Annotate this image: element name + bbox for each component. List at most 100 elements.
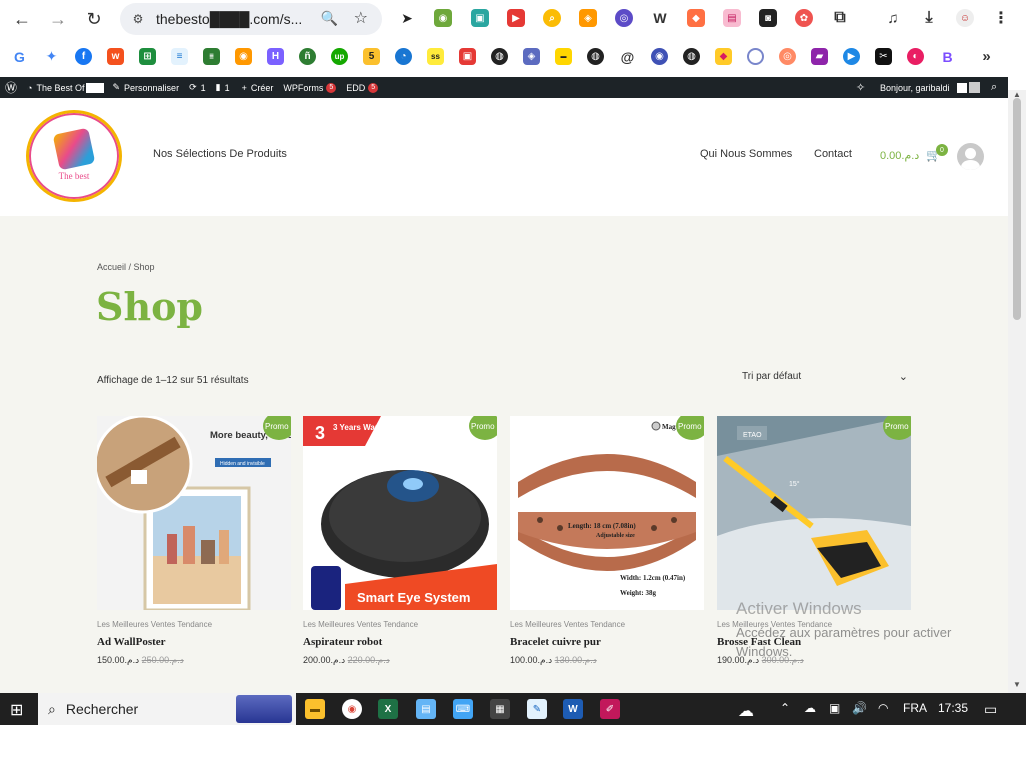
diamond-extension-icon[interactable]: ◆ [687,9,705,27]
wikipedia-extension-icon[interactable]: W [651,9,669,27]
product-image[interactable]: Mag Length: 18 cm (7.08in) Adjustable si… [510,416,704,610]
upwork-icon[interactable]: up [331,48,348,65]
sort-select[interactable]: Tri par défaut ⌄ [742,371,910,383]
chevron-up-icon[interactable]: ⌃ [780,701,790,715]
glasses-extension-icon[interactable]: ◉ [434,9,452,27]
puzzle-extension-icon[interactable]: ⧉ [831,9,849,27]
wpforms-link[interactable]: WPForms [283,83,323,93]
download-icon[interactable]: ⤓ [920,9,938,27]
create-link[interactable]: Créer [251,83,274,93]
circle-extension-icon[interactable]: ◎ [615,9,633,27]
globe-icon[interactable]: ◍ [587,48,604,65]
video-extension-icon[interactable]: ▶ [507,9,525,27]
display-icon[interactable]: ▣ [829,701,840,715]
bookmark-icon[interactable]: ◉ [235,48,252,65]
excel-icon[interactable]: X [378,699,398,719]
site-logo[interactable]: The best [26,110,122,202]
image-extension-icon[interactable]: ▤ [723,9,741,27]
user-avatar[interactable] [957,143,984,170]
product-image[interactable]: More beauty, concealment Hidden and invi… [97,416,291,610]
cursor-extension-icon[interactable]: ➤ [398,9,416,27]
chrome-icon[interactable]: ◉ [342,699,362,719]
comments-count[interactable]: 1 [225,83,230,93]
wish-icon[interactable]: w [107,48,124,65]
cart-total[interactable]: د.م.0.00 [880,149,919,162]
breadcrumb[interactable]: Accueil / Shop [97,262,155,272]
file-explorer-icon[interactable]: ▬ [305,699,325,719]
screen-extension-icon[interactable]: ▣ [471,9,489,27]
keyboard-icon[interactable]: ⌨ [453,699,473,719]
bookmark-icon[interactable]: 5 [363,48,380,65]
volume-icon[interactable]: 🔊 [852,701,867,715]
notifications-icon[interactable]: ▭ [984,701,997,718]
zoom-icon[interactable]: 🔍 [321,10,338,27]
product-card[interactable]: More beauty, concealment Hidden and invi… [97,416,291,666]
reload-button[interactable]: ↻ [78,3,110,35]
bookmark-icon[interactable]: ◐ [907,48,924,65]
product-name[interactable]: Ad WallPoster [97,636,291,648]
box-extension-icon[interactable]: ◈ [579,9,597,27]
back-button[interactable]: ← [6,3,38,35]
product-card[interactable]: Mag Length: 18 cm (7.08in) Adjustable si… [510,416,704,666]
calculator-icon[interactable]: ▦ [490,699,510,719]
product-image[interactable]: ETAO 15° Promo ! [717,416,911,610]
globe-icon[interactable]: ◍ [491,48,508,65]
nav-product-selections[interactable]: Nos Sélections De Produits [153,148,287,160]
sparkle-icon[interactable]: ✧ [856,81,865,94]
scrollbar-thumb[interactable] [1013,98,1021,320]
updates-count[interactable]: 1 [201,83,206,93]
product-category[interactable]: Les Meilleures Ventes Tendance [510,620,704,629]
scroll-down-icon[interactable]: ▼ [1013,680,1021,689]
bookmark-icon[interactable]: B [939,48,956,65]
bookmark-icon[interactable]: ▶ [843,48,860,65]
bookmark-icon[interactable]: ▰ [811,48,828,65]
paint-icon[interactable]: ✎ [527,699,547,719]
onedrive-icon[interactable]: ☁ [804,701,816,715]
admin-avatar[interactable] [969,82,980,93]
page-scrollbar[interactable]: ▲ ▼ [1008,90,1026,693]
openai-extension-icon[interactable]: ✿ [795,9,813,27]
media-control-icon[interactable]: ♫ [884,9,902,27]
nav-about-us[interactable]: Qui Nous Sommes [700,148,792,160]
product-name[interactable]: Aspirateur robot [303,636,497,648]
notepad-icon[interactable]: ▤ [416,699,436,719]
forward-button[interactable]: → [42,3,74,35]
bookmark-icon[interactable]: ñ [299,48,316,65]
address-bar[interactable]: ⚙ thebesto████.com/s... 🔍 ☆ [120,3,382,35]
word-icon[interactable]: W [563,699,583,719]
windows-start-icon[interactable]: ⊞ [10,700,23,720]
at-icon[interactable]: @ [619,48,636,65]
capcut-icon[interactable]: ✂ [875,48,892,65]
bookmark-icon[interactable]: ◈ [523,48,540,65]
product-category[interactable]: Les Meilleures Ventes Tendance [303,620,497,629]
bookmark-icon[interactable]: H [267,48,284,65]
gemini-icon[interactable]: ✦ [43,48,60,65]
product-card[interactable]: 3 3 Years Warranty Smart Eye System Prom… [303,416,497,666]
product-name[interactable]: Bracelet cuivre pur [510,636,704,648]
google-icon[interactable]: G [11,48,28,65]
gift-icon[interactable]: ▣ [459,48,476,65]
dark-extension-icon[interactable]: ◙ [759,9,777,27]
bookmark-icon[interactable]: ss [427,48,444,65]
bookmark-icon[interactable]: ▬ [555,48,572,65]
search-extension-icon[interactable]: ⌕ [543,9,561,27]
search-icon[interactable]: ⌕ [991,81,997,94]
customize-link[interactable]: Personnaliser [124,83,179,93]
bookmark-icon[interactable]: ◉ [651,48,668,65]
product-image[interactable]: 3 3 Years Warranty Smart Eye System Prom… [303,416,497,610]
bookmark-icon[interactable]: ◎ [779,48,796,65]
language-indicator[interactable]: FRA [903,701,927,715]
bookmark-icon[interactable]: ◆ [715,48,732,65]
nav-contact[interactable]: Contact [814,148,852,160]
clock[interactable]: 17:35 [938,701,968,715]
bookmark-icon[interactable]: ≣ [203,48,220,65]
site-info-icon[interactable]: ⚙ [130,11,146,27]
admin-greeting[interactable]: Bonjour, garibaldi [880,83,950,93]
pen-app-icon[interactable]: ✐ [600,699,620,719]
weather-icon[interactable]: ☁ [738,701,754,721]
edd-link[interactable]: EDD [346,83,365,93]
wordpress-icon[interactable]: Ⓦ [5,79,17,96]
browser-menu-icon[interactable]: ⋮ [992,9,1010,27]
sheets-icon[interactable]: ⊞ [139,48,156,65]
wifi-icon[interactable]: ◠ [878,701,888,715]
